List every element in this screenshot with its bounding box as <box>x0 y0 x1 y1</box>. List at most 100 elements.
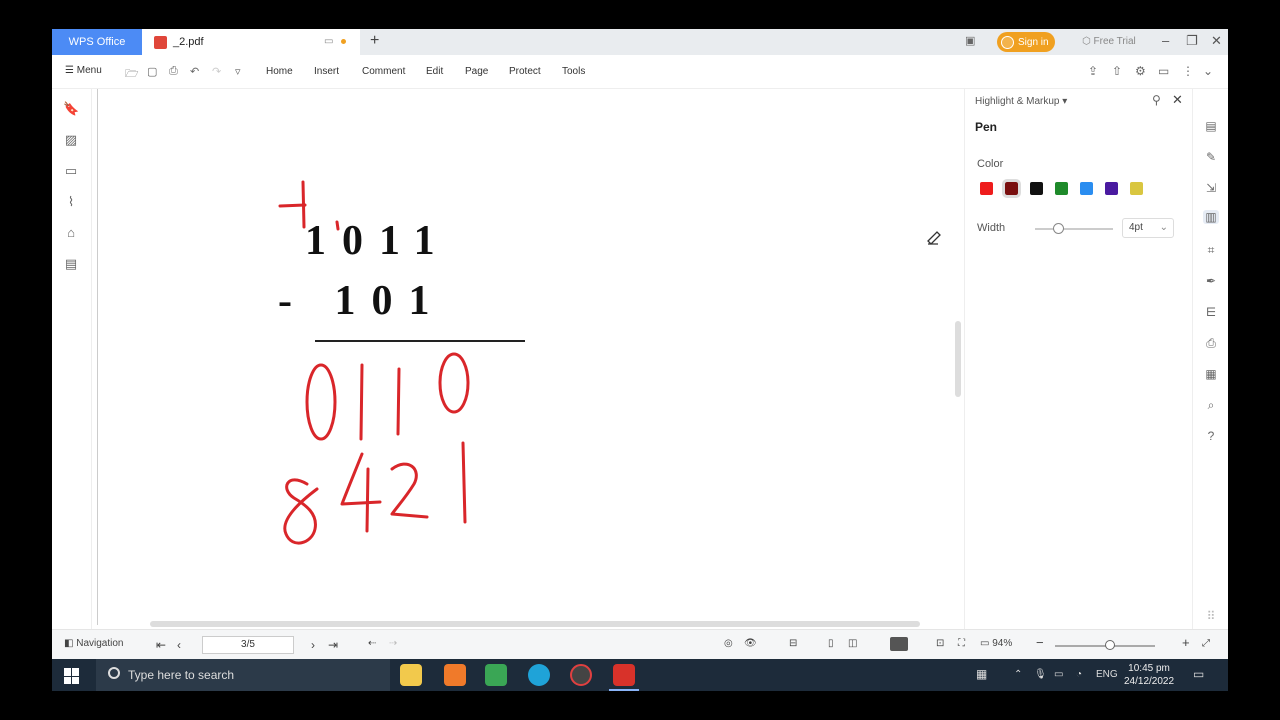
page-number-input[interactable]: 3/5 <box>202 636 294 654</box>
pin-icon[interactable]: ⚲ <box>1152 93 1161 107</box>
attachment-icon[interactable]: ⌇ <box>63 194 79 210</box>
panel-title[interactable]: Highlight & Markup ▾ <box>975 96 1067 107</box>
two-page-icon[interactable]: ◫ <box>848 638 857 649</box>
markup-icon[interactable]: ▥ <box>1203 210 1219 224</box>
navigation-button[interactable]: ◧ Navigation <box>64 638 124 649</box>
tab-page[interactable]: Page <box>465 66 488 77</box>
eye-icon[interactable]: 👁 <box>744 638 757 649</box>
close-icon[interactable]: ✕ <box>1211 33 1222 49</box>
language-indicator[interactable]: ENG <box>1096 669 1118 680</box>
wps-office-tab[interactable]: WPS Office <box>52 29 142 55</box>
apps-grid-icon[interactable]: ⠿ <box>1203 609 1219 623</box>
more-icon[interactable]: ⋮ <box>1182 64 1194 78</box>
microphone-icon[interactable]: 🎙 <box>1034 669 1047 680</box>
organize-icon[interactable]: ▦ <box>1203 367 1219 381</box>
zoom-value[interactable]: ▭ 94% <box>980 638 1012 649</box>
free-trial-button[interactable]: ⬡ Free Trial <box>1082 36 1136 47</box>
tab-pin-icon[interactable]: ▭ <box>324 36 333 47</box>
settings-icon[interactable]: ⚙ <box>1135 64 1146 78</box>
panel-close-icon[interactable]: ✕ <box>1172 92 1183 108</box>
help-icon[interactable]: ? <box>1203 429 1219 443</box>
width-slider-track[interactable] <box>1035 228 1113 230</box>
wps-office-taskbar-icon[interactable] <box>613 664 635 686</box>
annotation-visibility-icon[interactable]: ◎ <box>724 638 733 649</box>
customize-toolbar-icon[interactable]: ▿ <box>235 65 241 78</box>
color-swatch[interactable] <box>1055 182 1068 195</box>
properties-icon[interactable]: ▤ <box>1203 119 1219 133</box>
compare-icon[interactable]: ⋿ <box>1203 305 1219 319</box>
color-swatch[interactable] <box>1105 182 1118 195</box>
width-select[interactable]: 4pt ⌄ <box>1122 218 1174 238</box>
first-page-icon[interactable]: ⇤ <box>156 638 166 652</box>
thumbnail-icon[interactable]: ▨ <box>63 132 79 148</box>
clock[interactable]: 10:45 pm 24/12/2022 <box>1124 662 1174 688</box>
color-swatch[interactable] <box>1130 182 1143 195</box>
zoom-out-icon[interactable]: − <box>1036 635 1044 650</box>
signature-icon[interactable]: ⌂ <box>63 225 79 241</box>
color-swatch[interactable] <box>1080 182 1093 195</box>
fit-page-icon[interactable]: ⛶ <box>958 638 965 649</box>
annotation-list-icon[interactable]: ▭ <box>63 163 79 179</box>
vertical-scrollbar[interactable] <box>955 321 961 397</box>
previous-page-icon[interactable]: ‹ <box>177 638 181 652</box>
next-page-icon[interactable]: › <box>311 638 315 652</box>
start-button[interactable] <box>64 668 80 684</box>
zoom-in-icon[interactable]: + <box>1182 635 1190 650</box>
collapse-ribbon-icon[interactable]: ⌄ <box>1203 64 1213 78</box>
menu-button[interactable]: ☰ Menu <box>65 65 102 76</box>
print-icon[interactable]: ⎙ <box>169 65 178 78</box>
news-widget-icon[interactable]: ▦ <box>976 667 987 681</box>
back-icon[interactable]: ⇠ <box>368 638 376 649</box>
minimize-icon[interactable]: – <box>1162 33 1169 48</box>
forward-icon[interactable]: ⇢ <box>389 638 397 649</box>
color-swatch[interactable] <box>980 182 993 195</box>
open-icon[interactable]: 🗁 <box>125 65 139 84</box>
tab-tools[interactable]: Tools <box>562 66 585 77</box>
document-canvas[interactable]: 1011 - 101 <box>92 89 961 629</box>
last-page-icon[interactable]: ⇥ <box>328 638 338 652</box>
actual-size-icon[interactable]: ⊡ <box>936 638 944 649</box>
tray-expand-icon[interactable]: ⌃ <box>1014 669 1022 680</box>
export-icon[interactable]: ⇲ <box>1203 181 1219 195</box>
file-explorer-icon[interactable] <box>400 664 422 686</box>
single-page-icon[interactable]: ▯ <box>828 638 834 649</box>
notepad-plus-icon[interactable] <box>485 664 507 686</box>
undo-icon[interactable]: ↶ <box>190 65 199 78</box>
zoom-slider-handle[interactable] <box>1105 640 1115 650</box>
comment-icon[interactable]: ▭ <box>1158 64 1169 78</box>
edge-browser-icon[interactable] <box>528 664 550 686</box>
battery-icon[interactable]: ▭ <box>1054 669 1063 680</box>
save-icon[interactable]: ▢ <box>147 65 157 78</box>
redo-icon[interactable]: ↷ <box>212 65 221 78</box>
tab-comment[interactable]: Comment <box>362 66 405 77</box>
sign-icon[interactable]: ✒ <box>1203 274 1219 288</box>
edit-pdf-icon[interactable]: ✎ <box>1203 150 1219 164</box>
fit-width-icon[interactable]: ⊟ <box>789 638 797 649</box>
play-slideshow-icon[interactable] <box>890 637 908 651</box>
width-slider-handle[interactable] <box>1053 223 1065 234</box>
tab-insert[interactable]: Insert <box>314 66 339 77</box>
color-swatch[interactable] <box>1030 182 1043 195</box>
taskbar-search[interactable]: Type here to search <box>96 659 390 691</box>
horizontal-scrollbar[interactable] <box>150 621 920 627</box>
bookmark-icon[interactable]: 🔖 <box>63 101 79 117</box>
color-swatch[interactable] <box>1002 179 1021 198</box>
share-icon[interactable]: ⇧ <box>1112 64 1122 78</box>
find-icon[interactable]: ⌕ <box>1203 398 1219 413</box>
crop-icon[interactable]: ⌗ <box>1203 243 1219 258</box>
print-side-icon[interactable]: ⎙ <box>1203 336 1219 351</box>
workspace-icon[interactable]: ▣ <box>965 34 975 47</box>
new-tab-button[interactable]: + <box>370 32 379 50</box>
screen-recorder-icon[interactable] <box>570 664 592 686</box>
tab-home[interactable]: Home <box>266 66 293 77</box>
sign-in-button[interactable]: Sign in <box>997 32 1055 52</box>
xampp-icon[interactable] <box>444 664 466 686</box>
collaborate-icon[interactable]: ⇪ <box>1088 64 1098 78</box>
tab-protect[interactable]: Protect <box>509 66 541 77</box>
extract-icon[interactable]: ▤ <box>63 256 79 272</box>
notifications-icon[interactable]: ▭ <box>1193 667 1204 681</box>
restore-icon[interactable]: ❐ <box>1186 33 1198 49</box>
fullscreen-icon[interactable]: ⤢ <box>1202 638 1210 649</box>
wifi-icon[interactable]: ◔ <box>1076 669 1082 680</box>
tab-edit[interactable]: Edit <box>426 66 443 77</box>
